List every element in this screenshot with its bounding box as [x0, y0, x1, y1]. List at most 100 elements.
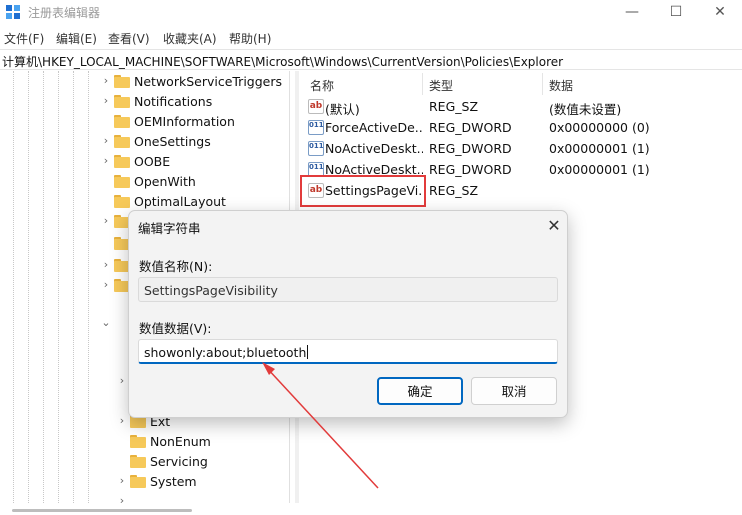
window-title: 注册表编辑器 [28, 6, 101, 20]
value-name: ForceActiveDe... [325, 120, 423, 135]
menu-favorites[interactable]: 收藏夹(A) [163, 30, 217, 47]
horizontal-scrollbar[interactable] [0, 505, 742, 515]
edit-string-dialog: 编辑字符串 ✕ 数值名称(N): SettingsPageVisibility … [128, 210, 568, 418]
folder-icon [130, 475, 146, 488]
tree-item[interactable]: › [100, 276, 130, 296]
tree-guide-line [88, 71, 89, 503]
regedit-app-icon [6, 5, 20, 19]
tree-item[interactable]: › [100, 256, 130, 276]
dialog-title: 编辑字符串 [138, 221, 201, 236]
tree-item[interactable]: › [116, 492, 276, 503]
folder-icon [114, 75, 130, 88]
value-type: REG_DWORD [429, 120, 512, 135]
tree-item[interactable]: › [100, 212, 130, 232]
chevron-right-icon[interactable]: › [100, 74, 112, 87]
chevron-right-icon[interactable]: › [116, 374, 128, 387]
menu-edit[interactable]: 编辑(E) [56, 30, 97, 47]
tree-item-label: OpenWith [134, 174, 196, 189]
table-row[interactable]: 011 NoActiveDeskt... REG_DWORD 0x0000000… [302, 138, 742, 159]
chevron-right-icon[interactable]: › [100, 278, 112, 291]
column-divider[interactable] [422, 73, 423, 95]
value-data: 0x00000001 (1) [549, 162, 650, 177]
value-type: REG_DWORD [429, 162, 512, 177]
folder-icon [114, 155, 130, 168]
close-window-button[interactable]: ✕ [698, 0, 742, 26]
value-name-label: 数值名称(N): [139, 259, 213, 274]
registry-path[interactable]: 计算机\HKEY_LOCAL_MACHINE\SOFTWARE\Microsof… [2, 53, 563, 70]
value-data: 0x00000001 (1) [549, 141, 650, 156]
table-row[interactable]: 011 ForceActiveDe... REG_DWORD 0x0000000… [302, 117, 742, 138]
value-name-field: SettingsPageVisibility [138, 277, 558, 302]
value-data: (数值未设置) [549, 102, 622, 117]
tree-guide-line [13, 71, 14, 503]
address-bar[interactable]: 计算机\HKEY_LOCAL_MACHINE\SOFTWARE\Microsof… [0, 49, 742, 70]
value-name: NoActiveDeskt... [325, 141, 423, 156]
tree-guide-line [28, 71, 29, 503]
tree-item-label: OOBE [134, 154, 171, 169]
tree-item-label: NetworkServiceTriggers [134, 74, 282, 89]
annotation-highlight-box [300, 175, 426, 207]
tree-guide-line [58, 71, 59, 503]
chevron-right-icon[interactable]: › [116, 494, 128, 503]
menu-file[interactable]: 文件(F) [4, 30, 44, 47]
tree-item[interactable]: › System [116, 472, 276, 492]
tree-item[interactable]: OptimalLayout [100, 192, 280, 212]
tree-item[interactable]: OpenWith [100, 172, 280, 192]
tree-item[interactable]: ⌄ [100, 314, 130, 334]
text-caret [307, 345, 309, 359]
value-type: REG_DWORD [429, 141, 512, 156]
tree-item[interactable]: › Notifications [100, 92, 280, 112]
menu-bar: 文件(F) 编辑(E) 查看(V) 收藏夹(A) 帮助(H) [0, 28, 742, 48]
value-data-input[interactable]: showonly:about;bluetooth [138, 339, 558, 364]
chevron-down-icon[interactable]: ⌄ [100, 316, 112, 329]
tree-item-label: System [150, 474, 197, 489]
tree-item[interactable] [100, 234, 130, 254]
value-data: 0x00000000 (0) [549, 120, 650, 135]
chevron-right-icon[interactable]: › [100, 94, 112, 107]
tree-item-label: OEMInformation [134, 114, 235, 129]
tree-item[interactable]: NonEnum [116, 432, 276, 452]
table-row[interactable]: ab (默认) REG_SZ (数值未设置) [302, 96, 742, 117]
column-header-type[interactable]: 类型 [429, 77, 453, 94]
chevron-right-icon[interactable]: › [100, 134, 112, 147]
chevron-right-icon[interactable]: › [116, 474, 128, 487]
chevron-right-icon[interactable]: › [100, 214, 112, 227]
folder-icon [114, 195, 130, 208]
title-bar: 注册表编辑器 — ☐ ✕ [0, 0, 742, 26]
binary-value-icon: 011 [308, 120, 324, 135]
column-header-data[interactable]: 数据 [549, 77, 573, 94]
tree-item-label: Notifications [134, 94, 213, 109]
menu-view[interactable]: 查看(V) [108, 30, 150, 47]
chevron-right-icon[interactable]: › [100, 154, 112, 167]
binary-value-icon: 011 [308, 141, 324, 156]
tree-item-label: NonEnum [150, 434, 211, 449]
maximize-button[interactable]: ☐ [654, 0, 698, 26]
folder-icon [130, 435, 146, 448]
folder-icon [114, 95, 130, 108]
value-data-text: showonly:about;bluetooth [144, 345, 307, 360]
tree-item-label: Servicing [150, 454, 208, 469]
dialog-close-icon[interactable]: ✕ [543, 215, 565, 237]
tree-item[interactable]: › OneSettings [100, 132, 280, 152]
minimize-button[interactable]: — [610, 0, 654, 26]
tree-item[interactable]: › NetworkServiceTriggers [100, 72, 282, 92]
tree-item[interactable]: Servicing [116, 452, 276, 472]
folder-icon [114, 175, 130, 188]
tree-item[interactable]: › OOBE [100, 152, 280, 172]
chevron-right-icon[interactable]: › [116, 414, 128, 427]
column-header-name[interactable]: 名称 [310, 77, 334, 94]
value-name: (默认) [325, 102, 360, 117]
column-divider[interactable] [542, 73, 543, 95]
tree-item[interactable]: OEMInformation [100, 112, 280, 132]
tree-item-label: OneSettings [134, 134, 211, 149]
chevron-right-icon[interactable]: › [100, 258, 112, 271]
string-value-icon: ab [308, 99, 324, 114]
scrollbar-thumb[interactable] [12, 509, 192, 512]
menu-help[interactable]: 帮助(H) [229, 30, 271, 47]
cancel-button[interactable]: 取消 [471, 377, 557, 405]
ok-button[interactable]: 确定 [377, 377, 463, 405]
tree-guide-line [73, 71, 74, 503]
value-type: REG_SZ [429, 99, 479, 114]
folder-icon [114, 135, 130, 148]
value-type: REG_SZ [429, 183, 479, 198]
